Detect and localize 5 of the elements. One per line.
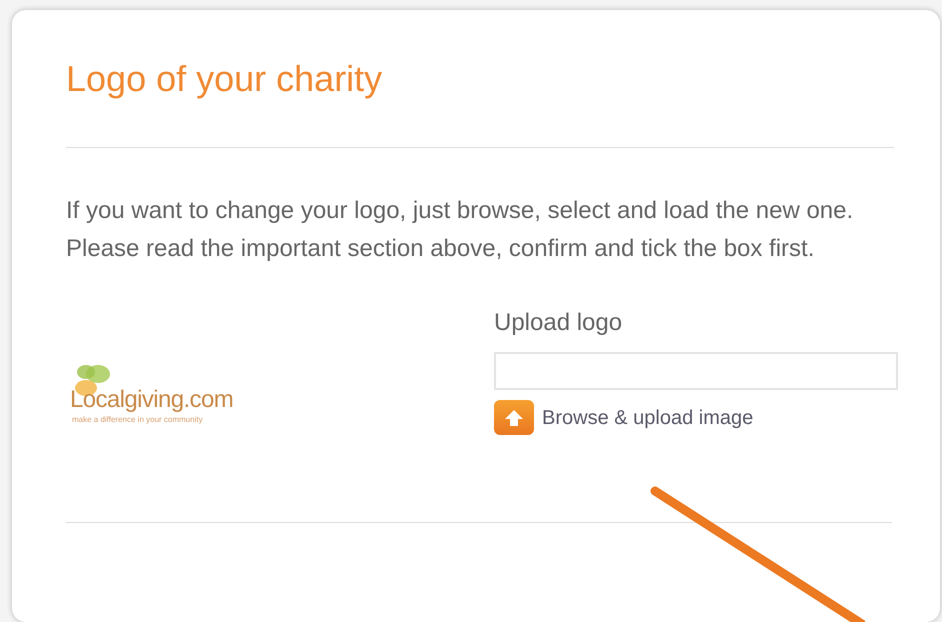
upload-label: Upload logo: [494, 308, 624, 338]
section-title: Logo of your charity: [66, 57, 384, 101]
file-path-field[interactable]: [494, 352, 898, 390]
browse-upload-link[interactable]: Browse & upload image: [542, 402, 754, 432]
description-text: If you want to change your logo, just browse, select and load the new one. Please read the important section above, confirm and tick the box first.: [66, 196, 854, 264]
